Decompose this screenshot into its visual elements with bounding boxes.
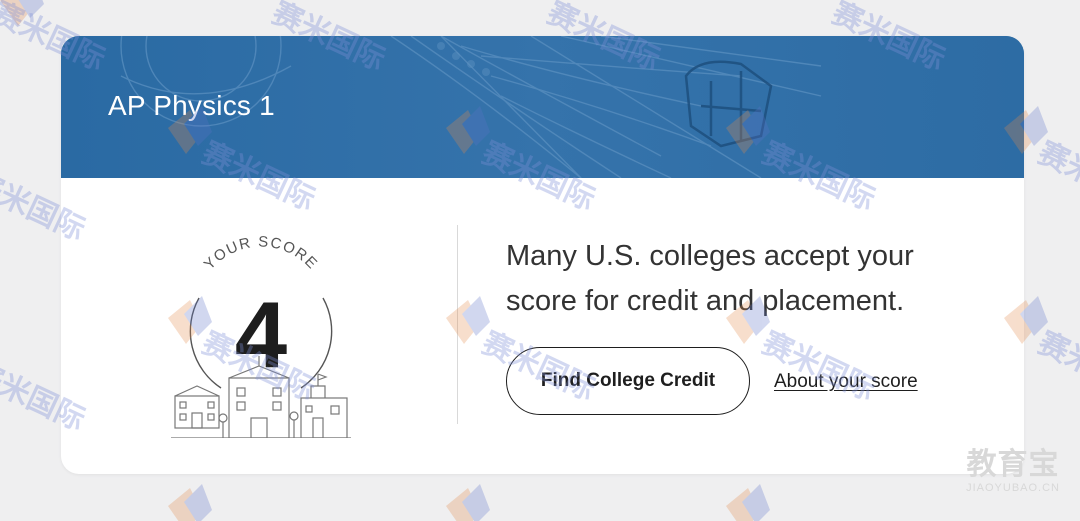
card-header: AP Physics 1	[61, 36, 1024, 178]
course-title: AP Physics 1	[108, 90, 275, 121]
card-body: YOUR SCORE 4 Many U.S. colleges accept y…	[61, 178, 1024, 474]
vertical-divider	[457, 225, 458, 424]
page: AP Physics 1 YOUR SCORE 4 Many U.S. coll…	[0, 0, 1080, 521]
svg-text:赛米国际: 赛米国际	[1033, 326, 1080, 408]
find-college-credit-button[interactable]: Find College Credit	[506, 347, 750, 415]
score-card: AP Physics 1 YOUR SCORE 4 Many U.S. coll…	[61, 36, 1024, 474]
jiaoyubao-logo-en: JIAOYUBAO.CN	[966, 482, 1060, 494]
score-label: YOUR SCORE	[201, 233, 320, 273]
about-your-score-link[interactable]: About your score	[774, 371, 918, 393]
svg-text:YOUR SCORE: YOUR SCORE	[201, 233, 322, 273]
score-badge: YOUR SCORE 4	[161, 218, 361, 439]
jiaoyubao-logo: 教育宝 JIAOYUBAO.CN	[966, 448, 1060, 494]
score-value: 4	[234, 282, 288, 387]
jiaoyubao-logo-cn: 教育宝	[966, 448, 1060, 481]
svg-text:赛米国际: 赛米国际	[1033, 136, 1080, 218]
credit-message: Many U.S. colleges accept your score for…	[506, 240, 914, 317]
